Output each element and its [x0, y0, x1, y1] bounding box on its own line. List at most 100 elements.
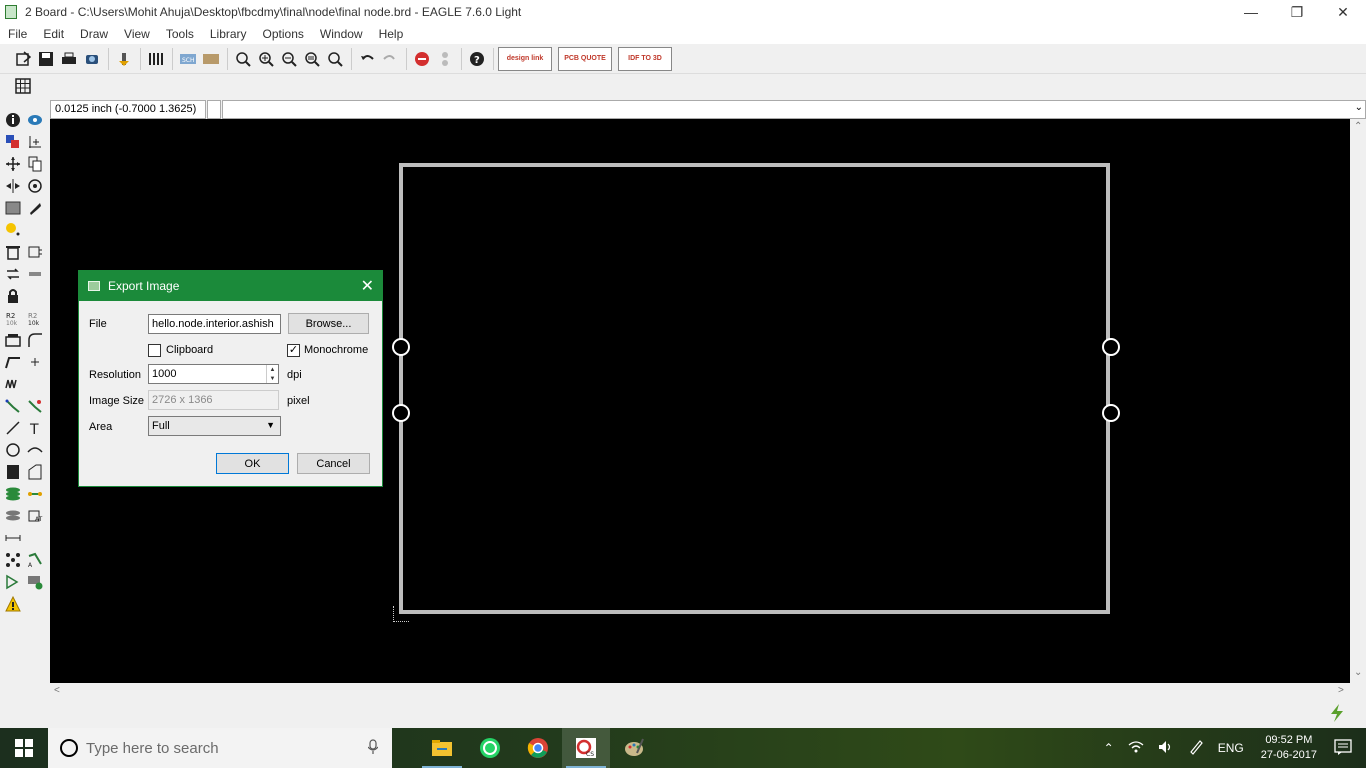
- via-icon[interactable]: [2, 483, 24, 505]
- wifi-icon[interactable]: [1121, 740, 1151, 757]
- dropdown-arrow-icon[interactable]: ▼: [266, 420, 275, 430]
- menu-file[interactable]: File: [0, 27, 35, 41]
- lock-icon[interactable]: [2, 285, 24, 307]
- chevron-up-icon[interactable]: ⌃: [1097, 741, 1121, 755]
- zoom-in-icon[interactable]: [255, 48, 277, 70]
- vertical-scrollbar[interactable]: ⌃ ⌄: [1350, 119, 1366, 683]
- pen-icon[interactable]: [1181, 739, 1211, 758]
- route-icon[interactable]: [2, 395, 24, 417]
- errors-icon[interactable]: [2, 593, 24, 615]
- scroll-right-icon[interactable]: >: [1338, 685, 1344, 696]
- zoom-out-icon[interactable]: [278, 48, 300, 70]
- open-icon[interactable]: [12, 48, 34, 70]
- polygon-icon[interactable]: [24, 461, 46, 483]
- miter-icon[interactable]: [24, 329, 46, 351]
- eagle-taskbar-icon[interactable]: CS: [562, 728, 610, 768]
- change-icon[interactable]: [24, 197, 46, 219]
- chevron-down-icon[interactable]: ⌄: [1355, 102, 1363, 113]
- design-link-button[interactable]: design link: [498, 46, 552, 71]
- spin-up-icon[interactable]: ▲: [270, 367, 276, 373]
- save-icon[interactable]: [35, 48, 57, 70]
- show-icon[interactable]: [24, 109, 46, 131]
- smash-icon[interactable]: [2, 329, 24, 351]
- value-icon[interactable]: R2 10k: [24, 307, 46, 329]
- dialog-close-icon[interactable]: ✕: [361, 276, 374, 296]
- print-icon[interactable]: [58, 48, 80, 70]
- scroll-down-icon[interactable]: ⌄: [1354, 667, 1362, 678]
- arc-icon[interactable]: [24, 439, 46, 461]
- mark-icon[interactable]: [24, 131, 46, 153]
- outline-handle-left-bottom[interactable]: [392, 404, 410, 422]
- volume-icon[interactable]: [1151, 740, 1181, 757]
- schematic-icon[interactable]: SCH: [177, 48, 199, 70]
- file-input[interactable]: hello.node.interior.ashish: [148, 314, 281, 334]
- go-icon[interactable]: [434, 48, 456, 70]
- outline-handle-right-top[interactable]: [1102, 338, 1120, 356]
- action-center-icon[interactable]: [1327, 738, 1366, 758]
- script-icon[interactable]: [113, 48, 135, 70]
- menu-library[interactable]: Library: [202, 27, 255, 41]
- minimize-button[interactable]: —: [1228, 0, 1274, 24]
- browse-button[interactable]: Browse...: [288, 313, 369, 334]
- info-icon[interactable]: [2, 109, 24, 131]
- dimension-icon[interactable]: [2, 527, 24, 549]
- scroll-left-icon[interactable]: <: [54, 685, 60, 696]
- menu-help[interactable]: Help: [371, 27, 412, 41]
- erc-icon[interactable]: [2, 571, 24, 593]
- whatsapp-icon[interactable]: [466, 728, 514, 768]
- menu-window[interactable]: Window: [312, 27, 371, 41]
- close-button[interactable]: ✕: [1320, 0, 1366, 24]
- text-icon[interactable]: T: [24, 417, 46, 439]
- meander-icon[interactable]: [2, 373, 24, 395]
- optimize-icon[interactable]: [24, 351, 46, 373]
- area-select[interactable]: Full ▼: [148, 416, 281, 436]
- zoom-fit-icon[interactable]: [232, 48, 254, 70]
- paint-icon[interactable]: [610, 728, 658, 768]
- cancel-button[interactable]: Cancel: [297, 453, 370, 474]
- microphone-icon[interactable]: [367, 739, 379, 758]
- display-layers-icon[interactable]: [2, 131, 24, 153]
- outline-handle-left-top[interactable]: [392, 338, 410, 356]
- menu-tools[interactable]: Tools: [158, 27, 202, 41]
- grid-icon[interactable]: [12, 75, 34, 97]
- menu-view[interactable]: View: [116, 27, 158, 41]
- menu-draw[interactable]: Draw: [72, 27, 116, 41]
- taskbar-search[interactable]: Type here to search: [48, 728, 392, 768]
- clock[interactable]: 09:52 PM 27-06-2017: [1251, 733, 1327, 763]
- ok-button[interactable]: OK: [216, 453, 289, 474]
- chrome-icon[interactable]: [514, 728, 562, 768]
- split-icon[interactable]: [2, 351, 24, 373]
- command-line-input[interactable]: ⌄: [222, 99, 1366, 119]
- wire-icon[interactable]: [2, 417, 24, 439]
- outline-handle-right-bottom[interactable]: [1102, 404, 1120, 422]
- idf-to-3d-button[interactable]: IDF TO 3D: [618, 46, 672, 71]
- circle-icon[interactable]: [2, 439, 24, 461]
- cam-processor-icon[interactable]: [81, 48, 103, 70]
- lightning-icon[interactable]: [1328, 703, 1346, 726]
- copy-icon[interactable]: [24, 153, 46, 175]
- rotate-icon[interactable]: [24, 175, 46, 197]
- replace-icon[interactable]: [2, 263, 24, 285]
- add-icon[interactable]: [24, 241, 46, 263]
- resolution-spinbox[interactable]: 1000 ▲ ▼: [148, 364, 279, 384]
- lock-alt-icon[interactable]: [24, 263, 46, 285]
- ratsnest-icon[interactable]: [2, 549, 24, 571]
- undo-icon[interactable]: [356, 48, 378, 70]
- delete-icon[interactable]: [2, 241, 24, 263]
- zoom-select-icon[interactable]: [324, 48, 346, 70]
- monochrome-checkbox[interactable]: ✓: [287, 344, 300, 357]
- language-indicator[interactable]: ENG: [1211, 741, 1251, 755]
- hole-icon[interactable]: [2, 505, 24, 527]
- drc-icon[interactable]: [24, 571, 46, 593]
- redo-icon[interactable]: [379, 48, 401, 70]
- board-icon[interactable]: [200, 48, 222, 70]
- rect-icon[interactable]: [2, 461, 24, 483]
- ripup-icon[interactable]: [24, 395, 46, 417]
- pcb-quote-button[interactable]: PCB QUOTE: [558, 46, 612, 71]
- signal-icon[interactable]: [24, 483, 46, 505]
- file-explorer-icon[interactable]: [418, 728, 466, 768]
- restore-button[interactable]: ❐: [1274, 0, 1320, 24]
- start-button[interactable]: [0, 728, 48, 768]
- scroll-up-icon[interactable]: ⌃: [1354, 121, 1362, 132]
- ulp-icon[interactable]: [145, 48, 167, 70]
